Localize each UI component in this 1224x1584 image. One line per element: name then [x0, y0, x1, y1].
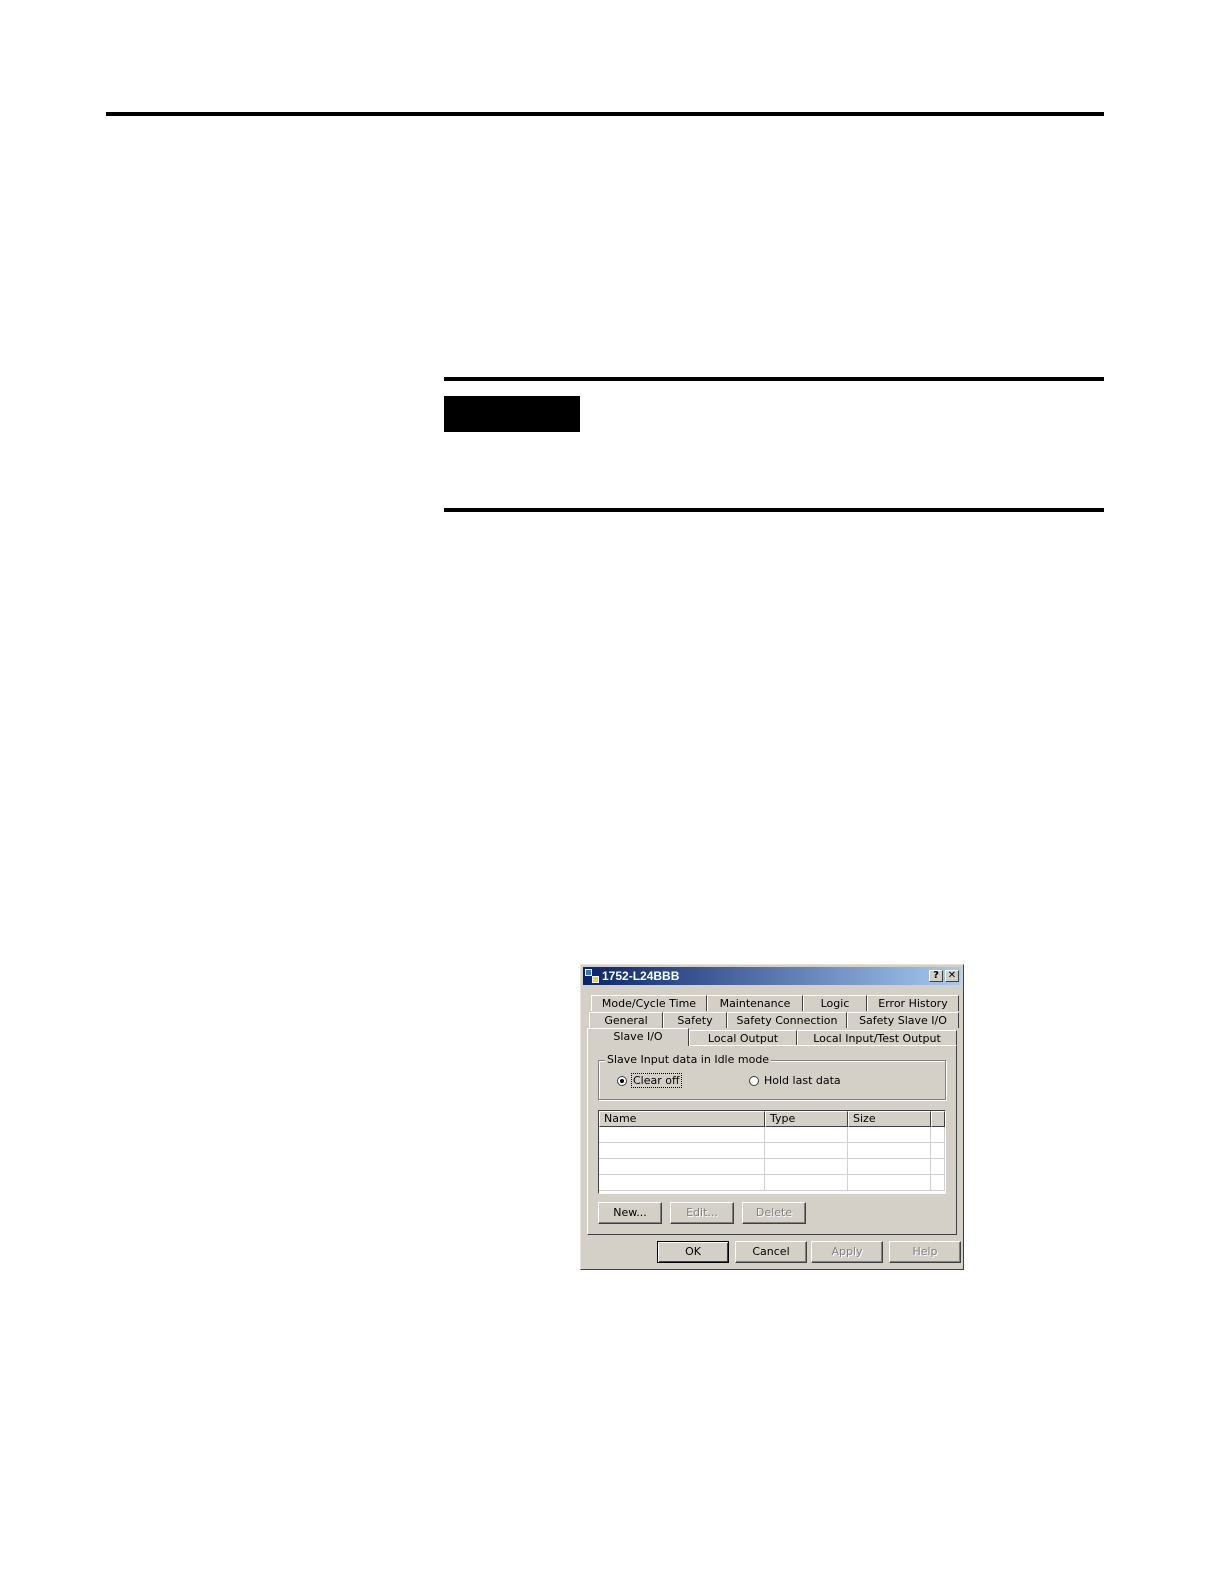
help-icon[interactable]: ?: [929, 970, 943, 982]
apply-button[interactable]: Apply: [811, 1241, 883, 1263]
tab-local-input-test-output[interactable]: Local Input/Test Output: [797, 1030, 957, 1046]
dialog-titlebar[interactable]: 1752-L24BBB ? ✕: [583, 967, 961, 985]
tab-local-output[interactable]: Local Output: [689, 1030, 797, 1046]
radio-hold-last-data-indicator[interactable]: [749, 1075, 759, 1086]
help-button[interactable]: Help: [889, 1241, 961, 1263]
tab-slave-io[interactable]: Slave I/O: [587, 1028, 689, 1046]
table-row[interactable]: [599, 1143, 945, 1159]
tab-logic[interactable]: Logic: [803, 995, 867, 1011]
idle-mode-group-label: Slave Input data in Idle mode: [605, 1053, 772, 1066]
tab-error-history[interactable]: Error History: [867, 995, 959, 1011]
dialog-title: 1752-L24BBB: [602, 969, 680, 983]
controller-app-icon: [585, 969, 599, 983]
slave-io-table[interactable]: Name Type Size: [598, 1110, 946, 1194]
radio-hold-last-data-label[interactable]: Hold last data: [764, 1074, 841, 1087]
slave-io-panel: Slave Input data in Idle mode Clear off …: [587, 1045, 957, 1235]
tab-maintenance[interactable]: Maintenance: [707, 995, 803, 1011]
idle-mode-groupbox: Slave Input data in Idle mode Clear off …: [598, 1053, 946, 1100]
tab-safety-slave-io[interactable]: Safety Slave I/O: [847, 1012, 959, 1028]
tab-safety-connection[interactable]: Safety Connection: [727, 1012, 847, 1028]
cancel-button[interactable]: Cancel: [735, 1241, 807, 1263]
tab-general[interactable]: General: [589, 1012, 663, 1028]
tab-safety[interactable]: Safety: [663, 1012, 727, 1028]
note-bottom-rule: [444, 508, 1104, 512]
note-top-rule: [444, 377, 1104, 381]
header-rule: [106, 112, 1104, 116]
column-header-name[interactable]: Name: [599, 1111, 765, 1127]
note-label-block: [444, 396, 580, 432]
table-row[interactable]: [599, 1175, 945, 1191]
radio-clear-off-label[interactable]: Clear off: [631, 1073, 682, 1088]
delete-button[interactable]: Delete: [742, 1202, 806, 1224]
properties-dialog: 1752-L24BBB ? ✕ Mode/Cycle Time Maintena…: [580, 964, 964, 1270]
new-button[interactable]: New...: [598, 1202, 662, 1224]
radio-clear-off[interactable]: Clear off: [617, 1073, 682, 1088]
edit-button[interactable]: Edit...: [670, 1202, 734, 1224]
tab-mode-cycle-time[interactable]: Mode/Cycle Time: [591, 995, 707, 1011]
radio-hold-last-data[interactable]: Hold last data: [749, 1074, 841, 1087]
close-icon[interactable]: ✕: [945, 970, 959, 982]
ok-button[interactable]: OK: [657, 1241, 729, 1263]
radio-clear-off-indicator[interactable]: [617, 1075, 627, 1086]
table-row[interactable]: [599, 1127, 945, 1143]
column-header-size[interactable]: Size: [848, 1111, 931, 1127]
table-header: Name Type Size: [599, 1111, 945, 1127]
column-header-filler: [931, 1111, 945, 1127]
column-header-type[interactable]: Type: [765, 1111, 848, 1127]
table-row[interactable]: [599, 1159, 945, 1175]
